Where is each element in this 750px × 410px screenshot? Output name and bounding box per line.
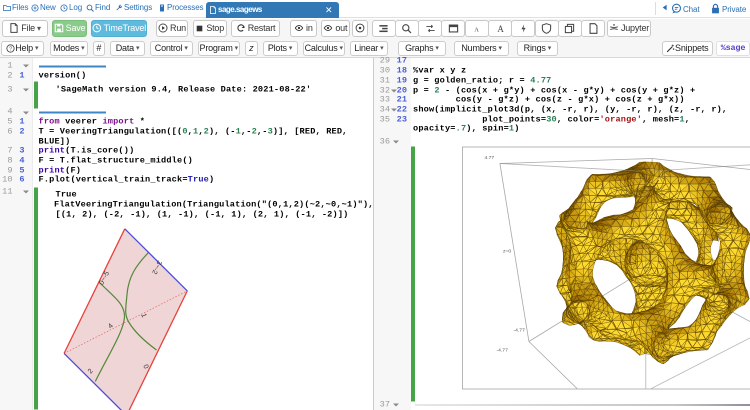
svg-text:-4.77: -4.77 [496,347,508,353]
svg-text:z=0: z=0 [503,248,511,254]
svg-text:4.77: 4.77 [484,155,494,161]
svg-text:-4.77: -4.77 [513,327,525,333]
